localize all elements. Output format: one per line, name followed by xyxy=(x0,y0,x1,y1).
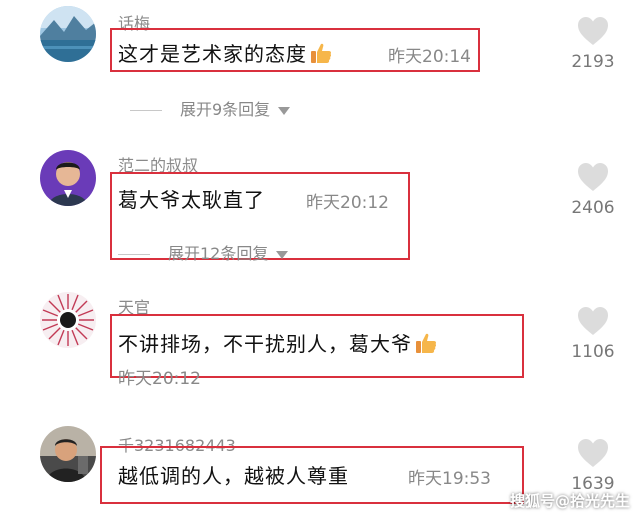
comment-text: 葛大爷太耿直了 xyxy=(118,184,265,213)
expand-replies-label: 展开12条回复 xyxy=(168,244,269,263)
comment-time: 昨天20:12 xyxy=(118,369,201,389)
thumbs-up-icon xyxy=(416,333,437,353)
like-button[interactable]: 1106 xyxy=(558,306,628,362)
comment-text: 越低调的人，越被人尊重 xyxy=(118,460,349,489)
divider-line xyxy=(118,254,150,255)
like-count: 2406 xyxy=(571,198,615,218)
watermark: 搜狐号@拾光先生 xyxy=(509,492,630,510)
avatar-portrait-image xyxy=(40,150,96,206)
avatar-eye-image xyxy=(40,292,96,348)
expand-replies-label: 展开9条回复 xyxy=(180,100,271,119)
like-button[interactable]: 2193 xyxy=(558,16,628,72)
avatar[interactable] xyxy=(40,292,96,348)
heart-icon xyxy=(578,307,608,335)
expand-replies-button[interactable]: 展开9条回复 xyxy=(130,96,291,120)
comment-text: 这才是艺术家的态度 xyxy=(118,38,333,67)
avatar[interactable] xyxy=(40,150,96,206)
comment-text-content: 不讲排场，不干扰别人，葛大爷 xyxy=(118,332,412,356)
avatar-landscape-image xyxy=(40,6,96,62)
avatar[interactable] xyxy=(40,426,96,482)
comment-time: 昨天20:14 xyxy=(388,47,471,67)
comment-time: 昨天19:53 xyxy=(408,469,491,489)
triangle-down-icon xyxy=(278,106,291,115)
like-count: 2193 xyxy=(571,52,615,72)
thumbs-up-icon xyxy=(311,43,332,63)
comment-time: 昨天20:12 xyxy=(306,193,389,213)
avatar[interactable] xyxy=(40,6,96,62)
comment-text: 不讲排场，不干扰别人，葛大爷 xyxy=(118,328,438,357)
heart-icon xyxy=(578,439,608,467)
heart-icon xyxy=(578,163,608,191)
triangle-down-icon xyxy=(276,250,289,259)
heart-icon xyxy=(578,17,608,45)
divider-line xyxy=(130,110,162,111)
avatar-photo-image xyxy=(40,426,96,482)
comment-text-content: 这才是艺术家的态度 xyxy=(118,42,307,66)
like-button[interactable]: 1639 xyxy=(558,438,628,494)
like-button[interactable]: 2406 xyxy=(558,162,628,218)
comment-text-content: 越低调的人，越被人尊重 xyxy=(118,464,349,488)
like-count: 1106 xyxy=(571,342,615,362)
comment-text-content: 葛大爷太耿直了 xyxy=(118,188,265,212)
expand-replies-button[interactable]: 展开12条回复 xyxy=(118,240,289,264)
